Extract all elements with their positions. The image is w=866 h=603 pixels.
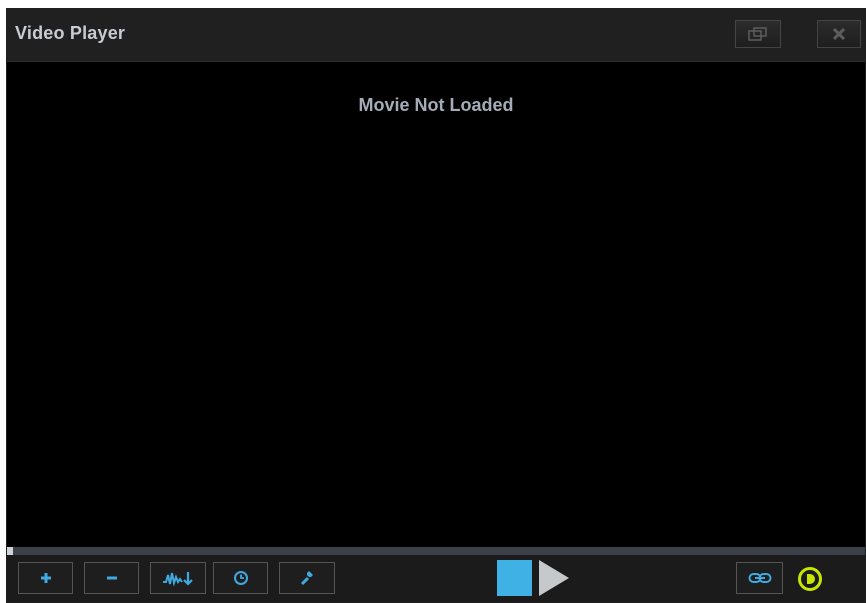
waveform-icon <box>163 572 193 586</box>
progress-bar[interactable] <box>7 547 865 555</box>
waveform-button[interactable] <box>150 562 206 594</box>
wrench-icon <box>300 571 313 586</box>
remove-button[interactable] <box>84 562 139 594</box>
minus-icon <box>106 576 117 580</box>
video-player-window: Video Player Movie Not Loaded <box>6 8 866 603</box>
close-icon <box>833 28 845 40</box>
window-title: Video Player <box>15 23 126 43</box>
title-bar[interactable]: Video Player <box>7 9 865 62</box>
progress-handle[interactable] <box>7 547 13 555</box>
volume-button[interactable] <box>797 566 823 592</box>
settings-button[interactable] <box>279 562 335 594</box>
play-button[interactable] <box>539 560 569 596</box>
stop-button[interactable] <box>497 560 532 596</box>
volume-icon <box>807 574 810 584</box>
clock-button[interactable] <box>213 562 268 594</box>
close-button[interactable] <box>817 20 861 48</box>
restore-button[interactable] <box>735 20 781 48</box>
control-bar <box>7 555 865 602</box>
restore-window-icon <box>748 27 767 41</box>
add-button[interactable] <box>18 562 73 594</box>
plus-icon <box>40 573 51 583</box>
link-icon <box>748 573 771 583</box>
movie-status-text: Movie Not Loaded <box>358 95 514 115</box>
link-button[interactable] <box>736 562 783 594</box>
clock-icon <box>233 571 248 585</box>
video-area[interactable]: Movie Not Loaded <box>7 62 865 547</box>
